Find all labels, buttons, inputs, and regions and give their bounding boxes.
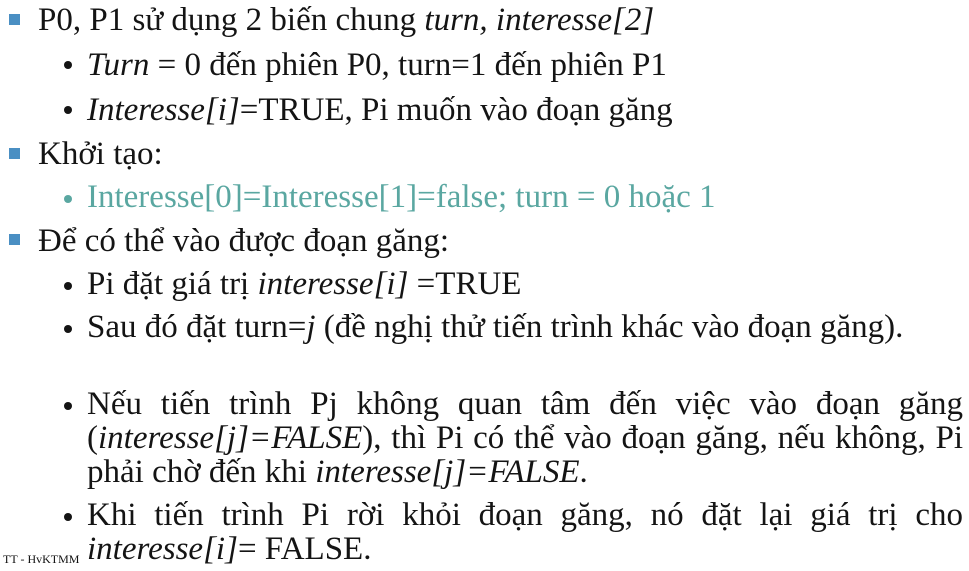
bullet-3-sub-3: Nếu tiến trình Pj không quan tâm đến việ… [87, 387, 963, 489]
dot-bullet-icon [64, 282, 72, 290]
sub-text-a: Pi đặt giá trị [87, 266, 258, 302]
square-bullet-icon [9, 14, 20, 25]
bullet-1-sub-2: Interesse[i]=TRUE, Pi muốn vào đoạn găng [87, 92, 673, 128]
bullet-2-sub-1: Interesse[0]=Interesse[1]=false; turn = … [87, 179, 716, 215]
sub-text-b: =TRUE [416, 266, 522, 302]
bullet-3-text: Để có thể vào được đoạn găng: [38, 223, 449, 259]
sub-1-text: = 0 đến phiên P0, turn=1 đến phiên P1 [149, 47, 667, 83]
bullet-2-text: Khởi tạo: [38, 136, 163, 172]
sub-italic: interesse[i] [257, 266, 417, 302]
bullet-3-label: Để có thể vào được đoạn găng: [38, 223, 450, 259]
bullet-1-text: P0, P1 sử dụng 2 biến chung turn, intere… [38, 2, 654, 38]
dot-bullet-icon [64, 195, 72, 203]
sub-2-text: =TRUE, Pi muốn vào đoạn găng [239, 92, 673, 128]
sub-1-italic: Turn [87, 47, 150, 83]
square-bullet-icon [9, 234, 20, 245]
dot-bullet-icon [64, 513, 72, 521]
sub-2-italic: Interesse[i] [87, 92, 240, 128]
square-bullet-icon [9, 148, 20, 159]
sub-text-a: Sau đó đặt turn= [87, 309, 307, 345]
footer-label: TT - HvKTMM [3, 552, 80, 566]
slide: P0, P1 sử dụng 2 biến chung turn, intere… [0, 0, 969, 571]
sub-text-a: Khi tiến trình Pi rời khỏi đoạn găng, nó… [87, 497, 963, 533]
sub-italic-a: interesse[j]=FALSE [98, 420, 363, 456]
bullet-1-sub-1: Turn = 0 đến phiên P0, turn=1 đến phiên … [87, 47, 667, 83]
dot-bullet-icon [64, 325, 72, 333]
dot-bullet-icon [64, 61, 72, 69]
dot-bullet-icon [64, 106, 72, 114]
bullet-3-sub-4: Khi tiến trình Pi rời khỏi đoạn găng, nó… [87, 498, 963, 566]
init-statement: Interesse[0]=Interesse[1]=false; turn = … [87, 179, 716, 215]
sub-italic: j [306, 309, 316, 345]
sub-italic: interesse[i] [87, 531, 238, 567]
sub-text-b: = FALSE. [237, 531, 372, 567]
dot-bullet-icon [64, 402, 72, 410]
sub-text-b: (đề nghị thử tiến trình khác vào đoạn gă… [315, 309, 904, 345]
sub-italic-b: interesse[j]=FALSE [315, 454, 580, 490]
bullet-2-label: Khởi tạo: [38, 136, 163, 172]
bullet-1-plain: P0, P1 sử dụng 2 biến chung [38, 2, 425, 38]
bullet-3-sub-2: Sau đó đặt turn=j (đề nghị thử tiến trìn… [87, 310, 963, 344]
bullet-3-sub-1: Pi đặt giá trị interesse[i] =TRUE [87, 266, 521, 302]
bullet-1-italic: turn, interesse[2] [424, 2, 655, 38]
sub-text-c: . [579, 454, 588, 490]
